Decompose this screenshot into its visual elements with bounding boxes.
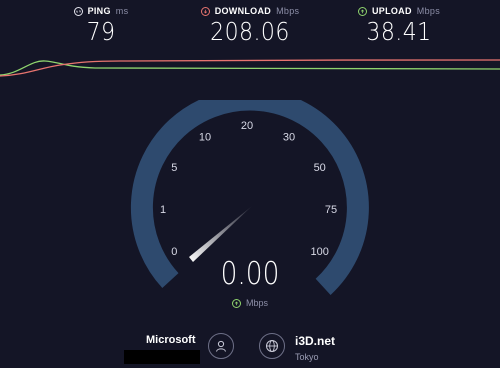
download-label: DOWNLOAD [214,6,272,16]
speed-gauge: 0 1 5 10 20 30 50 75 100 [130,100,369,295]
gauge-tick-label: 30 [283,131,295,143]
download-unit: Mbps [276,6,300,16]
ping-value: 79 [86,17,116,46]
gauge-tick-label: 5 [171,162,177,174]
gauge-tick-label: 1 [160,204,166,216]
download-arrow-icon [200,6,210,16]
server-location: Tokyo [295,352,319,362]
upload-unit: Mbps [416,6,441,16]
user-icon[interactable] [208,333,234,359]
gauge-needle [189,206,252,262]
redacted-ip [124,350,200,364]
upload-metric: UPLOAD Mbps 38.41 [344,6,454,46]
upload-label: UPLOAD [371,6,412,16]
ping-metric: PING ms 79 [62,6,140,46]
gauge-tick-label: 100 [311,246,329,258]
gauge-tick-label: 10 [199,131,211,143]
current-speed-readout: 0.00 [220,256,280,292]
ping-header: PING ms [62,6,140,16]
gauge-tick-label: 75 [325,204,337,216]
speed-unit-text: Mbps [245,298,268,308]
gauge-tick-label: 20 [241,120,253,132]
upload-arrow-icon [231,298,241,308]
server-name[interactable]: i3D.net [295,334,335,348]
download-value: 208.06 [210,17,290,46]
download-metric: DOWNLOAD Mbps 208.06 [180,6,320,46]
upload-value: 38.41 [366,17,432,46]
gauge-tick-label: 50 [314,162,326,174]
upload-header: UPLOAD Mbps [344,6,454,16]
speed-unit-label: Mbps [220,298,280,308]
ping-label: PING [87,6,111,16]
ping-icon [73,6,83,16]
download-header: DOWNLOAD Mbps [180,6,320,16]
ping-unit: ms [115,6,129,16]
gauge-tick-label: 0 [171,246,177,258]
globe-icon[interactable] [259,333,285,359]
provider-name: Microsoft [146,334,196,346]
speed-history-graph [0,59,500,77]
upload-arrow-icon [357,6,367,16]
